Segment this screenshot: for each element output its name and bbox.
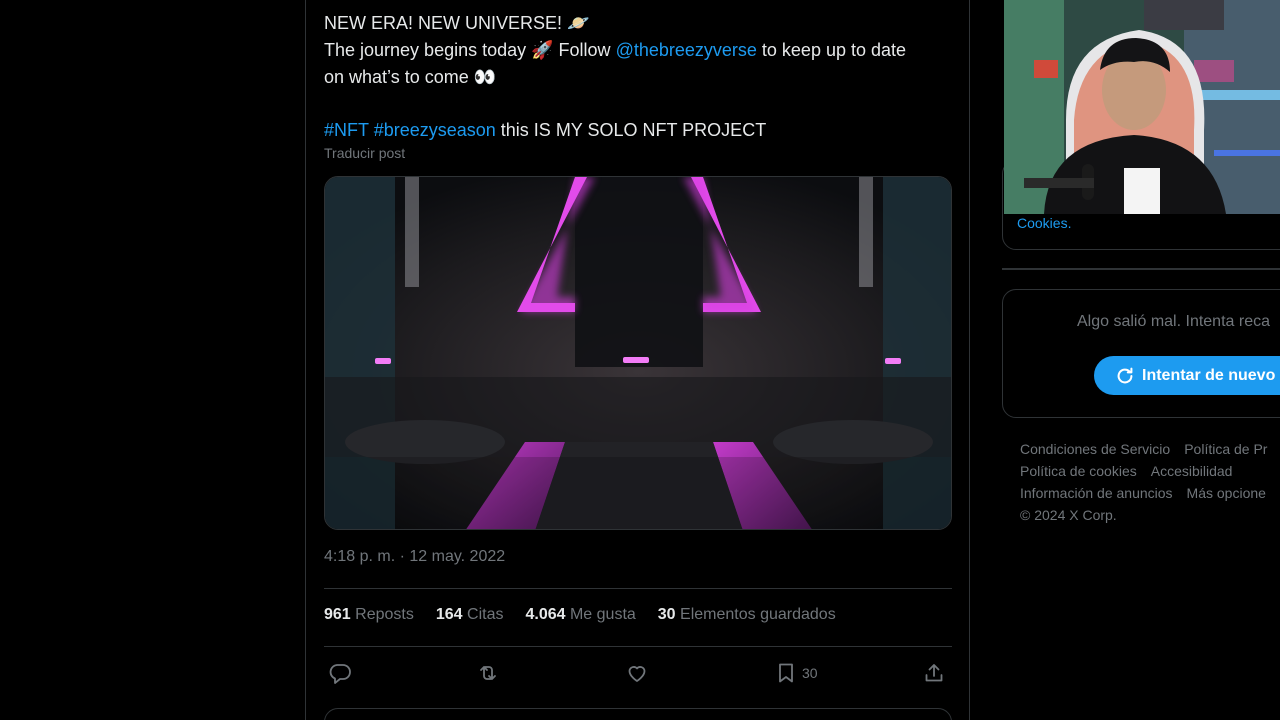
post-stats: 961 Reposts 164 Citas 4.064 Me gusta 30 … (324, 606, 836, 624)
stat-quotes[interactable]: 164 Citas (436, 606, 504, 624)
post-text: NEW ERA! NEW UNIVERSE! 🪐 The journey beg… (324, 10, 954, 144)
hashtag-link-nft[interactable]: #NFT (324, 120, 369, 140)
post-text-line-2-start: The journey begins today 🚀 Follow (324, 40, 616, 60)
sidebar-footer: Condiciones de Servicio Política de Pr P… (1020, 438, 1267, 526)
stat-label: Citas (467, 606, 504, 623)
stat-count: 164 (435, 606, 463, 623)
post-text-line-3: on what’s to come 👀 (324, 67, 497, 87)
repost-button[interactable] (476, 661, 500, 685)
like-button[interactable] (625, 661, 649, 685)
share-button[interactable] (922, 661, 946, 685)
translate-post-link[interactable]: Traducir post (324, 145, 405, 161)
divider (324, 588, 952, 589)
cookie-policy-link[interactable]: Política de cookies (1020, 460, 1137, 482)
bookmark-count: 30 (802, 665, 818, 681)
retry-label: Intentar de nuevo (1142, 366, 1276, 384)
post-actions-bar: 30 (324, 658, 952, 692)
error-card (1002, 289, 1280, 418)
share-icon (925, 664, 943, 682)
refresh-icon (1117, 367, 1133, 383)
stat-likes[interactable]: 4.064 Me gusta (525, 606, 635, 624)
footer-row: Política de cookies Accesibilidad (1020, 460, 1267, 482)
bookmark-icon (779, 663, 793, 683)
stat-bookmarks[interactable]: 30 Elementos guardados (658, 606, 836, 624)
footer-row: © 2024 X Corp. (1020, 504, 1267, 526)
mention-link[interactable]: @thebreezyverse (616, 40, 757, 60)
post-text-line-2-end: to keep up to date (756, 40, 907, 60)
neon-corridor-image (325, 177, 951, 529)
webcam-image (1004, 0, 1280, 214)
post-detail-column: NEW ERA! NEW UNIVERSE! 🪐 The journey beg… (305, 0, 970, 720)
stat-count: 30 (657, 606, 676, 623)
stat-label: Reposts (355, 606, 414, 623)
post-timestamp[interactable]: 4:18 p. m. · 12 may. 2022 (324, 548, 505, 566)
heart-icon (628, 666, 646, 682)
divider (1002, 268, 1280, 270)
reply-composer-box[interactable] (324, 708, 952, 720)
footer-row: Condiciones de Servicio Política de Pr (1020, 438, 1267, 460)
error-message: Algo salió mal. Intenta reca (1077, 313, 1270, 330)
reply-icon (329, 664, 351, 684)
post-text-line-5: #NFT #breezyseason this IS MY SOLO NFT P… (324, 117, 954, 144)
post-media-video[interactable] (324, 176, 952, 530)
copyright-text: © 2024 X Corp. (1020, 507, 1117, 523)
bookmark-button[interactable]: 30 (774, 661, 818, 685)
reply-button[interactable] (328, 661, 352, 685)
streamer-webcam-overlay (1004, 0, 1280, 214)
stat-count: 4.064 (525, 606, 566, 623)
post-text-line-1: NEW ERA! NEW UNIVERSE! 🪐 (324, 13, 590, 33)
stat-label: Me gusta (569, 606, 636, 623)
repost-icon (480, 666, 496, 680)
post-text-line-2: The journey begins today 🚀 Follow @thebr… (324, 37, 954, 64)
stat-label: Elementos guardados (680, 606, 836, 623)
post-text-line-5-end: this IS MY SOLO NFT PROJECT (495, 120, 767, 140)
stat-reposts[interactable]: 961 Reposts (324, 606, 414, 624)
hashtag-link-breezyseason[interactable]: #breezyseason (374, 120, 496, 140)
ads-info-link[interactable]: Información de anuncios (1020, 482, 1173, 504)
footer-row: Información de anuncios Más opcione (1020, 482, 1267, 504)
post-text-blank-line (324, 91, 954, 117)
stat-count: 961 (324, 606, 351, 623)
privacy-policy-link[interactable]: Política de Pr (1184, 438, 1267, 460)
accessibility-link[interactable]: Accesibilidad (1151, 460, 1233, 482)
terms-of-service-link[interactable]: Condiciones de Servicio (1020, 438, 1170, 460)
more-options-link[interactable]: Más opcione (1187, 482, 1266, 504)
cookies-link[interactable]: Cookies. (1017, 215, 1071, 231)
divider (324, 646, 952, 647)
retry-button[interactable]: Intentar de nuevo (1094, 356, 1280, 395)
